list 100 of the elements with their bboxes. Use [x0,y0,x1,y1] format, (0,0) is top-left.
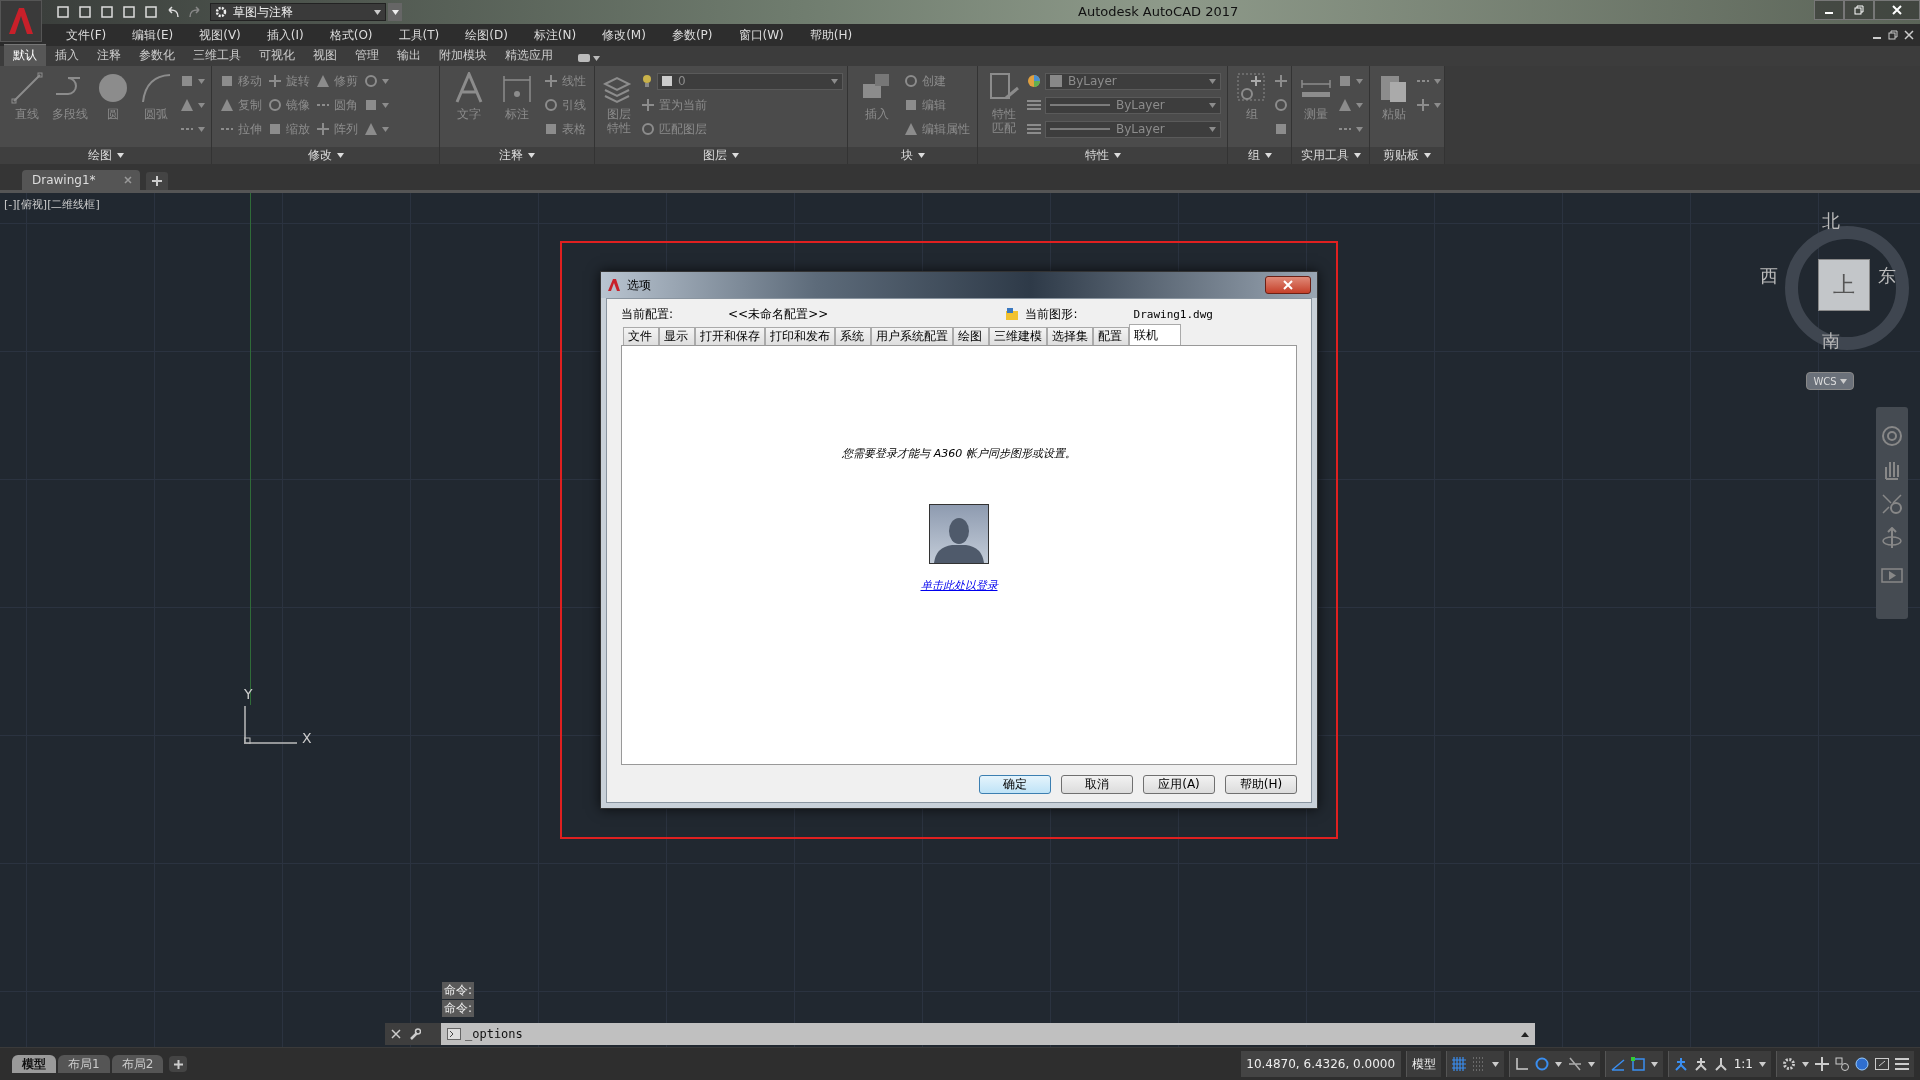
menu-item[interactable]: 参数(P) [657,26,725,44]
dialog-tab[interactable]: 打开和保存 [695,327,765,345]
ribbon-tab[interactable]: 三维工具 [184,45,250,66]
menu-item[interactable]: 格式(O) [315,26,385,44]
ribbon-tab[interactable]: 输出 [388,45,430,66]
square-icon [220,74,234,88]
menu-item[interactable]: 帮助(H) [795,26,865,44]
dialog-tab[interactable]: 绘图 [953,327,989,345]
ribbon-tab[interactable]: 注释 [88,45,130,66]
drawing-canvas[interactable]: [-][俯视][二维线框] Y X 北 西 上 东 南 WCS 选项 当前配置: <<未命名配置>> 当前图形: Drawing1.dwg 文件 显示 打开和保存 打印和发布 系统 用户系统配置 绘图 三维建模 选择集 配置 联机 您需要登录才能与 A360 帐户同步图形或设置。 单击此处以登录 确定 取消 应用(A) 帮助(H) 命令: 命令: _options [0,190,1920,1047]
compass-label[interactable]: 北 [1822,209,1840,233]
angle-icon[interactable] [1610,1057,1625,1071]
ribbon-tab[interactable]: 精选应用 [496,45,562,66]
caret-icon [198,102,205,108]
menu-item[interactable]: 标注(N) [519,26,589,44]
restore-icon[interactable] [1854,5,1864,15]
dialog-tab[interactable]: 联机 [1129,324,1181,345]
figure-icon[interactable] [1673,1057,1688,1071]
angle-icon[interactable] [1514,1057,1529,1071]
gear-icon [215,6,227,18]
zoom-icon[interactable] [1881,493,1903,515]
arc-icon [139,72,172,104]
circle-icon[interactable] [1855,1057,1869,1071]
slanted-line-icon[interactable] [1567,1057,1582,1071]
dialog-button[interactable]: 取消 [1061,775,1133,794]
panel-title-button[interactable]: 注释 [440,147,594,164]
dot-grid-icon[interactable] [1471,1057,1486,1071]
steering-wheel-icon[interactable] [1881,425,1903,447]
model-space-button[interactable]: 模型 [1405,1051,1441,1077]
layout-tab[interactable]: 布局2 [111,1055,164,1073]
dialog-button[interactable]: 帮助(H) [1225,775,1297,794]
grid-icon[interactable] [1451,1057,1466,1071]
ribbon-tab[interactable]: 视图 [304,45,346,66]
close-button[interactable] [1265,276,1311,294]
square-icon[interactable] [1630,1057,1645,1071]
viewcube-face[interactable]: 上 [1818,259,1870,311]
close-icon[interactable] [391,1029,401,1039]
ribbon-tab[interactable]: 管理 [346,45,388,66]
dialog-tab[interactable]: 文件 [623,327,659,345]
menu-icon[interactable] [1895,1057,1909,1071]
panel-title-button[interactable]: 组 [1228,147,1291,164]
menu-item[interactable]: 窗口(W) [724,26,796,44]
ribbon-tab[interactable]: 可视化 [250,45,304,66]
menu-item[interactable]: 工具(T) [384,26,452,44]
panel-toggle-icon[interactable] [578,54,590,62]
panel-title-button[interactable]: 修改 [212,147,439,164]
dialog-tab[interactable]: 打印和发布 [765,327,835,345]
compass-label[interactable]: 西 [1760,264,1778,288]
plus-icon[interactable] [1815,1057,1829,1071]
undo-icon[interactable] [166,5,180,19]
wcs-dropdown[interactable]: WCS [1806,372,1854,390]
command-input[interactable]: _options [441,1023,1535,1045]
layout-tab[interactable]: 布局1 [58,1055,110,1073]
panel-title-button[interactable]: 剪贴板 [1370,147,1444,164]
panel-title-button[interactable]: 实用工具 [1292,147,1369,164]
close-icon[interactable] [1904,30,1914,40]
layout-tab[interactable]: 模型 [12,1055,56,1073]
menu-item[interactable]: 编辑(E) [118,26,186,44]
ribbon-tab[interactable]: 附加模块 [430,45,496,66]
compass-label[interactable]: 东 [1878,264,1896,288]
dialog-tab[interactable]: 系统 [835,327,871,345]
dialog-tab[interactable]: 选择集 [1047,327,1093,345]
panel-title-button[interactable]: 特性 [978,147,1227,164]
menu-item[interactable]: 文件(F) [52,26,119,44]
compass-label[interactable]: 南 [1822,329,1840,353]
caret-icon [116,153,124,158]
ribbon-tab[interactable]: 参数化 [130,45,184,66]
file-tab[interactable]: Drawing1* [22,170,140,190]
restore-icon[interactable] [1888,30,1898,40]
ribbon-tab[interactable]: 默认 [4,44,46,66]
dialog-tab[interactable]: 三维建模 [989,327,1047,345]
dialog-button[interactable]: 确定 [979,775,1051,794]
shapes-icon[interactable] [1835,1057,1849,1071]
viewport-label[interactable]: [-][俯视][二维线框] [4,197,100,212]
dialog-tab[interactable]: 配置 [1093,327,1129,345]
dialog-tab[interactable]: 用户系统配置 [871,327,953,345]
figure-icon[interactable] [1713,1057,1728,1071]
dialog-button[interactable]: 应用(A) [1143,775,1215,794]
wrench-icon[interactable] [409,1028,421,1040]
orbit-icon[interactable] [1881,527,1903,549]
window-icon[interactable] [1875,1057,1889,1071]
gear-icon[interactable] [1782,1057,1796,1071]
add-layout-button[interactable] [169,1056,188,1072]
menu-item[interactable]: 视图(V) [185,26,253,44]
menu-item[interactable]: 修改(M) [588,26,658,44]
line-icon [10,72,43,104]
menu-item[interactable]: 绘图(D) [451,26,520,44]
panel-title-button[interactable]: 绘图 [0,147,211,164]
redo-icon[interactable] [188,5,202,19]
panel-title-button[interactable]: 块 [848,147,977,164]
new-tab-button[interactable] [146,172,168,190]
sign-in-link[interactable]: 单击此处以登录 [920,578,998,593]
ribbon-tab[interactable]: 插入 [46,45,88,66]
annotation-scale-button[interactable]: 1:1 [1733,1057,1753,1071]
menu-item[interactable]: 插入(I) [252,26,316,44]
figure-icon[interactable] [1693,1057,1708,1071]
workspace-dropdown[interactable]: 草图与注释 [210,3,386,21]
dialog-tab[interactable]: 显示 [659,327,695,345]
panel-title-button[interactable]: 图层 [595,147,847,164]
logo-icon [7,6,35,36]
